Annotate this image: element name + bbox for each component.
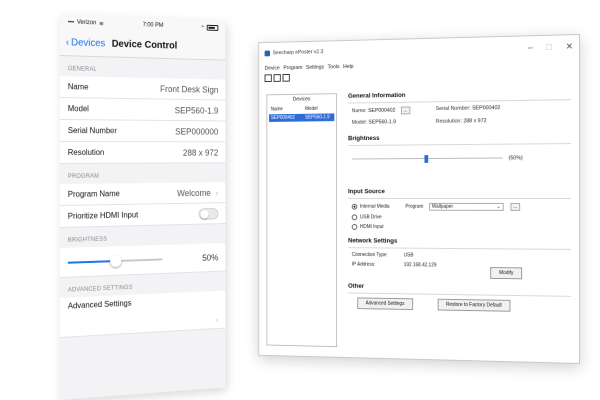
general-info-grid: Name: SEP000402 ... Serial Number: SEP00…: [348, 104, 571, 126]
phone-screen: ▪▪▪ Verizon ≋ 7:00 PM ◔ ‹ Devices Device…: [60, 14, 226, 400]
general-info-title: General Information: [348, 89, 571, 103]
radio-label: USB Drive: [360, 214, 382, 221]
slider-knob[interactable]: [110, 254, 122, 267]
nav-bar: ‹ Devices Device Control: [60, 30, 226, 61]
maximize-button[interactable]: □: [547, 41, 552, 52]
program-select-value: Wallpaper: [431, 203, 454, 210]
row-serial-value: SEP000000: [175, 126, 219, 137]
radio-hdmi-input[interactable]: HDMI Input: [351, 224, 571, 231]
brightness-slider[interactable]: [351, 155, 503, 164]
model-label: Model:: [351, 119, 368, 126]
advanced-settings-button[interactable]: Advanced Settings: [357, 297, 413, 311]
row-advanced-settings[interactable]: Advanced Settings ›: [60, 290, 226, 338]
radio-usb-drive[interactable]: USB Drive: [351, 214, 571, 221]
multi-window-icon[interactable]: [282, 73, 290, 82]
panel-icon[interactable]: [273, 74, 281, 82]
battery-icon: [206, 24, 219, 31]
row-model-value: SEP560-1.9: [174, 105, 219, 116]
alarm-icon: ◔: [200, 24, 205, 31]
device-model: SEP560-1.9: [305, 114, 330, 121]
chevron-left-icon: ‹: [65, 37, 70, 49]
signal-icon: ▪▪▪: [67, 19, 75, 26]
menu-help[interactable]: Help: [343, 63, 353, 69]
device-name: SEP000402: [270, 114, 295, 121]
other-title: Other: [348, 283, 571, 297]
chevron-right-icon: ›: [215, 187, 219, 198]
close-button[interactable]: ✕: [566, 41, 573, 52]
section-program-label: PROGRAM: [67, 173, 100, 180]
brightness-slider[interactable]: [67, 253, 163, 268]
input-source-title: Input Source: [348, 188, 571, 199]
devices-panel: Devices Name Model SEP000402 SEP560-1.9: [266, 93, 338, 348]
model-value: SEP560-1.9: [368, 119, 397, 126]
name-label: Name:: [351, 108, 367, 115]
chevron-down-icon: ⌄: [496, 203, 501, 210]
row-serial: Serial Number SEP000000: [60, 120, 226, 143]
brightness-value: 50%: [202, 252, 219, 263]
menu-device[interactable]: Device: [265, 65, 280, 71]
row-name[interactable]: Name Front Desk Sign: [60, 76, 226, 101]
radio-label: HDMI Input: [360, 224, 384, 231]
minimize-button[interactable]: –: [528, 42, 533, 53]
slider-knob[interactable]: [424, 155, 429, 163]
col-name: Name: [270, 106, 283, 113]
rename-button[interactable]: ...: [400, 106, 411, 115]
hdmi-toggle[interactable]: [198, 207, 219, 220]
menu-tools[interactable]: Tools: [328, 64, 340, 70]
app-icon: [264, 50, 270, 57]
desktop-window: Seecharp ePoster v2.3 – □ ✕ Device Progr…: [258, 34, 580, 364]
name-value: SEP000402: [368, 107, 396, 114]
row-model: Model SEP560-1.9: [60, 98, 226, 122]
chevron-right-icon: ›: [215, 315, 219, 325]
serial-value: SEP000402: [472, 105, 501, 112]
wifi-icon: ≋: [99, 21, 104, 28]
program-browse-button[interactable]: ...: [510, 202, 521, 211]
row-name-label: Name: [67, 82, 89, 92]
resolution-label: Resolution:: [435, 118, 462, 125]
ip-address-label: IP Address:: [351, 261, 376, 268]
brightness-value: (50%): [508, 155, 523, 162]
row-serial-label: Serial Number: [67, 126, 117, 136]
radio-button[interactable]: [351, 224, 358, 230]
program-label: Program: [405, 203, 424, 210]
modify-button[interactable]: Modify: [490, 267, 523, 280]
connection-type-value: USB: [403, 252, 414, 259]
radio-label: Internal Media: [360, 203, 390, 210]
radio-button[interactable]: [351, 203, 358, 210]
brightness-title: Brightness: [348, 133, 571, 146]
row-resolution-value: 288 x 972: [182, 147, 219, 158]
col-model: Model: [305, 105, 318, 112]
resolution-value: 288 x 972: [463, 118, 487, 125]
back-label: Devices: [71, 37, 106, 50]
carrier-label: Verizon: [76, 19, 97, 27]
radio-button[interactable]: [351, 214, 358, 221]
row-program-name[interactable]: Program Name Welcome ›: [60, 182, 226, 206]
main-panel: General Information Name: SEP000402 ... …: [348, 89, 571, 313]
network-settings-title: Network Settings: [348, 238, 571, 250]
status-time: 7:00 PM: [142, 22, 164, 29]
menu-program[interactable]: Program: [283, 65, 302, 71]
window-title: Seecharp ePoster v2.3: [272, 49, 324, 57]
brightness-control: (50%): [348, 148, 571, 188]
back-button[interactable]: ‹ Devices: [66, 37, 105, 49]
ip-address-value: 192.168.42.129: [403, 262, 437, 269]
row-resolution-label: Resolution: [67, 148, 105, 157]
program-name-label: Program Name: [67, 189, 120, 199]
restore-defaults-button[interactable]: Restore to Factory Default: [437, 298, 511, 312]
program-select[interactable]: Wallpaper ⌄: [429, 202, 504, 211]
slider-fill: [67, 259, 116, 264]
hdmi-label: Prioritize HDMI Input: [67, 210, 139, 221]
row-resolution: Resolution 288 x 972: [60, 142, 226, 164]
row-model-label: Model: [67, 104, 89, 114]
radio-internal-media[interactable]: Internal Media Program Wallpaper ⌄ ...: [351, 202, 571, 211]
device-icon[interactable]: [264, 74, 272, 83]
program-name-value: Welcome: [177, 187, 211, 198]
serial-label: Serial Number:: [435, 105, 471, 113]
row-name-value: Front Desk Sign: [160, 83, 219, 95]
connection-type-label: Connection Type:: [351, 252, 388, 259]
advanced-settings-label: Advanced Settings: [67, 298, 132, 311]
menu-settings[interactable]: Settings: [306, 64, 324, 70]
device-row[interactable]: SEP000402 SEP560-1.9: [269, 113, 335, 122]
